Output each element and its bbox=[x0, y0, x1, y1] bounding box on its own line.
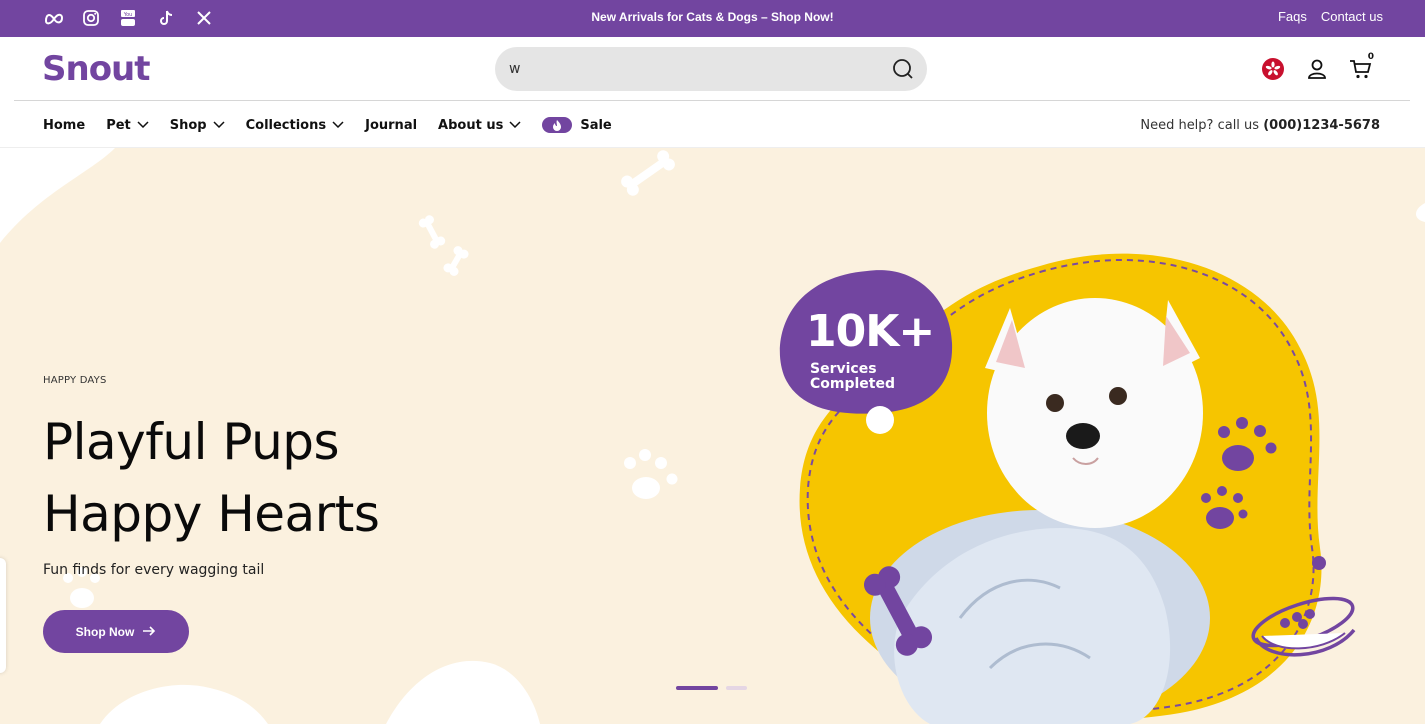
site-header: Snout 0 bbox=[0, 37, 1425, 101]
fire-icon bbox=[542, 117, 573, 133]
nav-item-label: Journal bbox=[365, 117, 418, 133]
chevron-down-icon bbox=[332, 121, 344, 129]
hong-kong-flag-icon[interactable] bbox=[1261, 57, 1285, 81]
phone-number[interactable]: (000)1234-5678 bbox=[1263, 118, 1380, 133]
search-icon[interactable] bbox=[891, 57, 915, 81]
hero-eyebrow: HAPPY DAYS bbox=[43, 375, 107, 386]
badge-big: 10K+ bbox=[806, 306, 935, 357]
nav-item-label: Shop bbox=[169, 117, 207, 133]
account-icon[interactable] bbox=[1305, 57, 1329, 81]
hero-headline: Playful Pups Happy Hearts bbox=[43, 406, 380, 550]
nav-item-pet[interactable]: Pet bbox=[106, 118, 149, 133]
side-tab-handle[interactable] bbox=[0, 558, 6, 673]
cart-count: 0 bbox=[1367, 52, 1374, 62]
nav-item-label: Sale bbox=[580, 117, 612, 133]
hero-banner: 10K+ Services Completed HAPPY DAYS Playf… bbox=[0, 148, 1425, 724]
help-text: Need help? call us bbox=[1140, 118, 1260, 133]
search-bar bbox=[495, 47, 927, 91]
slider-dot[interactable] bbox=[726, 686, 747, 690]
nav-item-label: About us bbox=[438, 117, 504, 133]
nav-item-sale[interactable]: Sale bbox=[542, 117, 612, 133]
headline-line: Happy Hearts bbox=[43, 485, 380, 543]
faqs-link[interactable]: Faqs bbox=[1278, 9, 1307, 24]
nav-item-home[interactable]: Home bbox=[43, 118, 85, 133]
cart-icon[interactable]: 0 bbox=[1349, 52, 1374, 81]
nav-item-label: Collections bbox=[245, 117, 327, 133]
search-input[interactable] bbox=[509, 47, 879, 91]
chevron-down-icon bbox=[137, 121, 149, 129]
logo[interactable]: Snout bbox=[42, 49, 151, 89]
slider-dot-active[interactable] bbox=[676, 686, 718, 690]
nav-item-label: Home bbox=[43, 117, 86, 133]
badge-line: Services bbox=[810, 361, 877, 377]
arrow-right-icon bbox=[142, 625, 156, 639]
headline-line: Playful Pups bbox=[43, 413, 340, 471]
slider-dots bbox=[676, 686, 747, 690]
nav-item-label: Pet bbox=[106, 117, 131, 133]
shop-now-button[interactable]: Shop Now bbox=[43, 610, 189, 653]
announcement-bar: You New Arrivals for Cats & Dogs – Shop … bbox=[0, 0, 1425, 37]
button-label: Shop Now bbox=[75, 624, 135, 639]
nav-item-journal[interactable]: Journal bbox=[365, 118, 417, 133]
nav-item-about-us[interactable]: About us bbox=[438, 118, 521, 133]
help-contact: Need help? call us (000)1234-5678 bbox=[1140, 118, 1380, 133]
nav-item-collections[interactable]: Collections bbox=[246, 118, 345, 133]
nav-item-shop[interactable]: Shop bbox=[170, 118, 225, 133]
chevron-down-icon bbox=[509, 121, 521, 129]
badge-line: Completed bbox=[810, 376, 896, 392]
contact-us-link[interactable]: Contact us bbox=[1321, 9, 1383, 24]
chevron-down-icon bbox=[213, 121, 225, 129]
main-nav: Home Pet Shop Collections Journal About … bbox=[0, 101, 1425, 148]
announcement-text[interactable]: New Arrivals for Cats & Dogs – Shop Now! bbox=[0, 10, 1425, 24]
hero-subhead: Fun finds for every wagging tail bbox=[43, 562, 265, 578]
